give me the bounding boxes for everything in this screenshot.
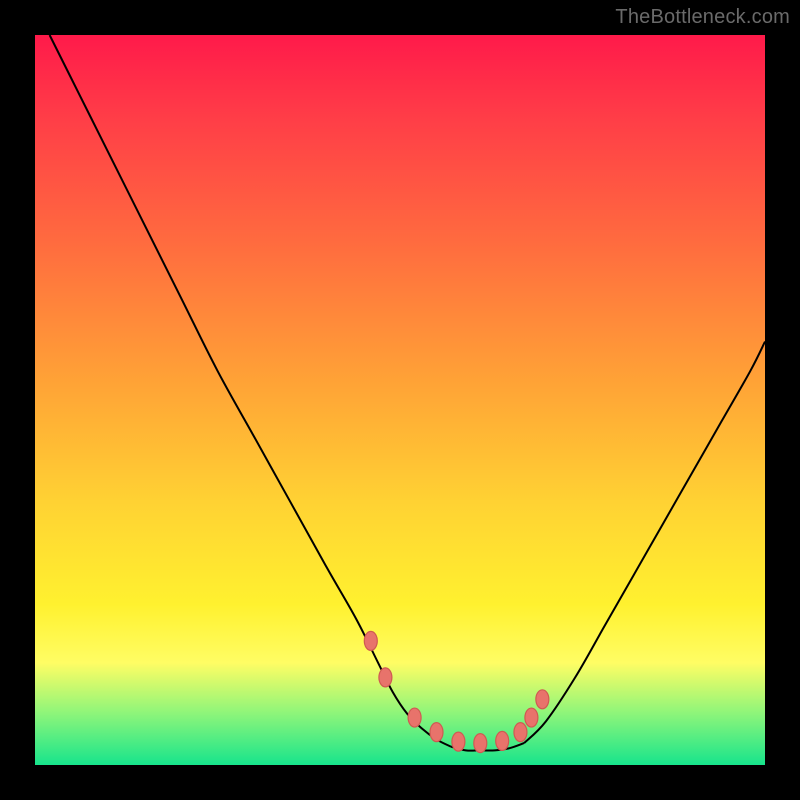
marker-dot xyxy=(408,708,421,727)
marker-dot xyxy=(496,731,509,750)
chart-svg xyxy=(35,35,765,765)
chart-frame: TheBottleneck.com xyxy=(0,0,800,800)
curve-right-branch xyxy=(524,342,765,743)
watermark-text: TheBottleneck.com xyxy=(615,6,790,29)
marker-dot xyxy=(364,631,377,650)
marker-dot xyxy=(525,708,538,727)
marker-dot xyxy=(452,732,465,751)
marker-dot xyxy=(536,690,549,709)
marker-dot xyxy=(474,734,487,753)
marker-dot xyxy=(430,723,443,742)
marker-dot xyxy=(379,668,392,687)
curve-left-branch xyxy=(50,35,452,747)
marker-dot xyxy=(514,723,527,742)
plot-area xyxy=(35,35,765,765)
